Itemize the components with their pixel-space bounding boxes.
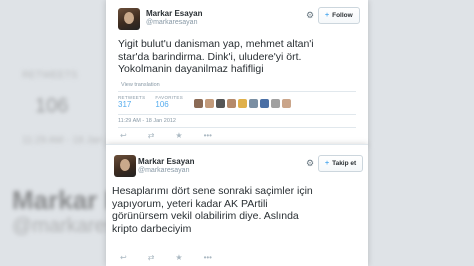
author-name[interactable]: Markar Esayan	[146, 9, 202, 18]
favorites-stat[interactable]: FAVORITES 106	[155, 95, 183, 109]
tweet-stats: RETWEETS 317 FAVORITES 106	[118, 95, 183, 109]
tweet-card-1: Markar Esayan @markaresayan ⚙ + Follow Y…	[106, 0, 368, 146]
gear-icon[interactable]: ⚙	[306, 10, 314, 21]
more-icon[interactable]: •••	[204, 253, 212, 262]
follow-label: Follow	[332, 12, 353, 19]
favoriter-avatar[interactable]	[227, 99, 236, 108]
tweet-actions: ↩ ⇄ ★ •••	[120, 253, 212, 262]
tweet-timestamp[interactable]: 11:29 AM - 18 Jan 2012	[118, 118, 176, 124]
tweet-card-2: Markar Esayan @markaresayan ⚙ + Takip et…	[106, 144, 368, 266]
favoriter-avatar[interactable]	[238, 99, 247, 108]
favoriter-avatar[interactable]	[271, 99, 280, 108]
divider	[118, 127, 356, 128]
more-icon[interactable]: •••	[204, 131, 212, 140]
reply-icon[interactable]: ↩	[120, 131, 127, 140]
divider	[118, 114, 356, 115]
favoriter-avatar[interactable]	[282, 99, 291, 108]
author-handle[interactable]: @markaresayan	[138, 167, 189, 174]
add-user-icon: +	[325, 12, 330, 19]
favorites-count: 106	[155, 100, 169, 109]
retweet-icon[interactable]: ⇄	[148, 131, 155, 140]
favoriter-avatar[interactable]	[205, 99, 214, 108]
follow-button[interactable]: + Follow	[318, 7, 360, 24]
follow-button[interactable]: + Takip et	[318, 155, 364, 172]
favoriter-avatar[interactable]	[216, 99, 225, 108]
view-translation-link[interactable]: View translation	[121, 82, 160, 88]
author-handle[interactable]: @markaresayan	[146, 19, 197, 26]
tweet-text: Yigit bulut'u danisman yap, mehmet altan…	[118, 38, 314, 75]
favoriters-avatars	[194, 99, 291, 108]
favoriter-avatar[interactable]	[260, 99, 269, 108]
author-name[interactable]: Markar Esayan	[138, 157, 194, 166]
retweets-count: 317	[118, 100, 132, 109]
favorite-icon[interactable]: ★	[175, 253, 182, 262]
follow-label: Takip et	[332, 160, 357, 167]
retweets-stat[interactable]: RETWEETS 317	[118, 95, 145, 109]
bg-stat-label: RETWEETS	[22, 70, 78, 81]
retweet-icon[interactable]: ⇄	[148, 253, 155, 262]
gear-icon[interactable]: ⚙	[306, 158, 314, 169]
favoriter-avatar[interactable]	[194, 99, 203, 108]
favoriter-avatar[interactable]	[249, 99, 258, 108]
bg-stat-value: 106	[35, 95, 69, 117]
divider	[118, 91, 356, 92]
avatar[interactable]	[118, 8, 140, 30]
favorite-icon[interactable]: ★	[175, 131, 182, 140]
add-user-icon: +	[325, 160, 330, 167]
tweet-text: Hesaplarımı dört sene sonraki saçimler i…	[112, 185, 313, 235]
avatar[interactable]	[114, 155, 136, 177]
reply-icon[interactable]: ↩	[120, 253, 127, 262]
tweet-actions: ↩ ⇄ ★ •••	[120, 131, 212, 140]
